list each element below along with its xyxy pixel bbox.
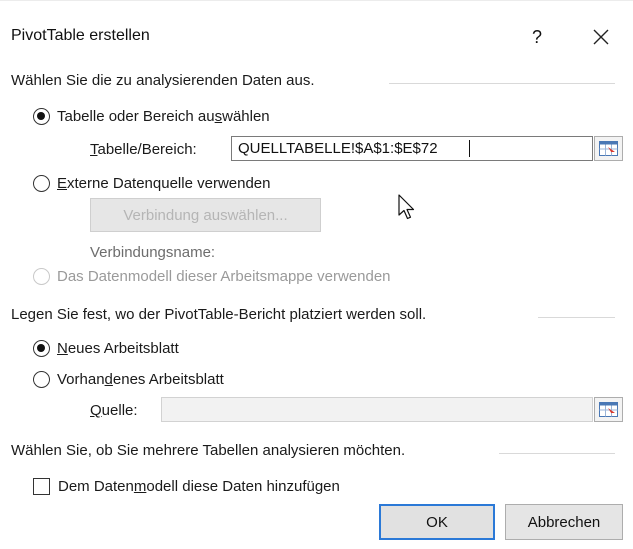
radio-label: Tabelle oder Bereich auswählen <box>57 107 270 125</box>
checkbox[interactable] <box>33 477 50 495</box>
radio-button[interactable] <box>33 107 50 125</box>
close-button[interactable] <box>584 20 618 54</box>
radio-label: Externe Datenquelle verwenden <box>57 174 271 192</box>
collapse-dialog-icon <box>599 402 618 417</box>
radio-existing-sheet[interactable]: Vorhandenes Arbeitsblatt <box>33 367 224 391</box>
connection-name-label: Verbindungsname: <box>90 244 216 261</box>
radio-table-range[interactable]: Tabelle oder Bereich auswählen <box>33 104 270 128</box>
table-range-collapse-button[interactable] <box>594 136 623 161</box>
radio-external-source[interactable]: Externe Datenquelle verwenden <box>33 171 270 195</box>
section-divider <box>499 453 615 454</box>
radio-button[interactable] <box>33 370 50 388</box>
section-divider <box>538 317 615 318</box>
close-icon <box>593 29 609 45</box>
table-range-value: QUELLTABELLE!$A$1:$E$72 <box>238 140 438 157</box>
choose-connection-button[interactable]: Verbindung auswählen... <box>90 198 321 232</box>
radio-button[interactable] <box>33 339 50 357</box>
table-range-label: Tabelle/Bereich: <box>90 141 197 158</box>
radio-data-model[interactable]: Das Datenmodell dieser Arbeitsmappe verw… <box>33 264 391 288</box>
radio-button[interactable] <box>33 267 50 285</box>
source-input[interactable] <box>161 397 593 422</box>
radio-new-sheet[interactable]: Neues Arbeitsblatt <box>33 336 179 360</box>
radio-button[interactable] <box>33 174 50 192</box>
source-collapse-button[interactable] <box>594 397 623 422</box>
mouse-pointer-icon <box>398 194 415 220</box>
ok-button[interactable]: OK <box>379 504 495 540</box>
table-range-input[interactable]: QUELLTABELLE!$A$1:$E$72 <box>231 136 593 161</box>
cancel-button[interactable]: Abbrechen <box>505 504 623 540</box>
radio-label: Neues Arbeitsblatt <box>57 339 179 357</box>
section-heading-location: Legen Sie fest, wo der PivotTable-Berich… <box>11 306 427 323</box>
section-heading-tables: Wählen Sie, ob Sie mehrere Tabellen anal… <box>11 442 406 459</box>
section-heading-data: Wählen Sie die zu analysierenden Daten a… <box>11 72 315 89</box>
checkbox-add-datamodel[interactable]: Dem Datenmodell diese Daten hinzufügen <box>33 474 340 498</box>
radio-label: Vorhandenes Arbeitsblatt <box>57 370 224 388</box>
text-caret <box>469 140 470 157</box>
title-bar: PivotTable erstellen ? <box>0 6 633 58</box>
radio-label: Das Datenmodell dieser Arbeitsmappe verw… <box>57 267 391 285</box>
source-label: Quelle: <box>90 402 138 419</box>
dialog-title: PivotTable erstellen <box>11 27 150 44</box>
section-divider <box>389 83 615 84</box>
help-button[interactable]: ? <box>520 20 554 54</box>
checkbox-label: Dem Datenmodell diese Daten hinzufügen <box>58 477 340 495</box>
collapse-dialog-icon <box>599 141 618 156</box>
